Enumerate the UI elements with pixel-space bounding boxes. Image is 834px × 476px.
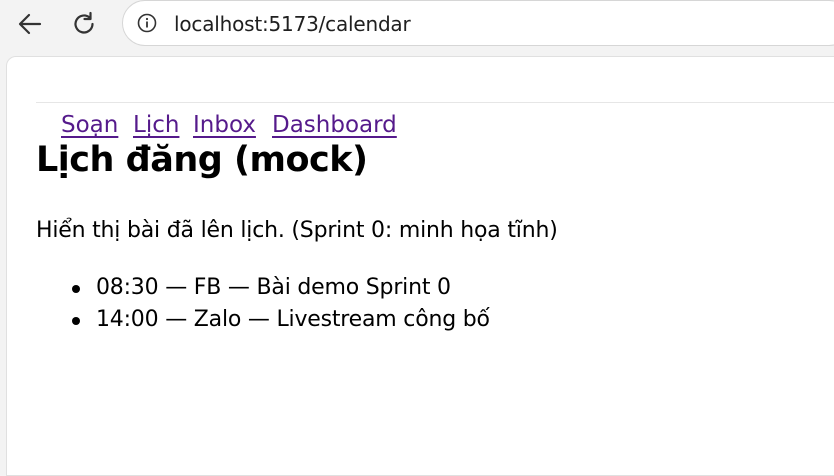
nav-link-inbox[interactable]: Inbox (193, 112, 256, 138)
reload-button[interactable] (66, 6, 102, 42)
list-item: 14:00 — Zalo — Livestream công bố (36, 304, 490, 336)
main-nav: Soạn Lịch Inbox Dashboard (36, 56, 834, 138)
list-item: 08:30 — FB — Bài demo Sprint 0 (36, 272, 490, 304)
info-icon[interactable] (137, 13, 157, 33)
bullet-icon (72, 285, 80, 293)
nav-link-dashboard[interactable]: Dashboard (272, 112, 397, 138)
schedule-item-text: 14:00 — Zalo — Livestream công bố (96, 307, 490, 332)
bullet-icon (72, 317, 80, 325)
nav-link-compose[interactable]: Soạn (61, 112, 118, 138)
back-button[interactable] (12, 6, 48, 42)
url-text[interactable]: localhost:5173/calendar (174, 12, 411, 36)
page-viewport (6, 56, 834, 476)
nav-link-calendar[interactable]: Lịch (133, 112, 179, 138)
schedule-list: 08:30 — FB — Bài demo Sprint 0 14:00 — Z… (36, 272, 490, 336)
schedule-item-text: 08:30 — FB — Bài demo Sprint 0 (96, 275, 451, 300)
arrow-left-icon (18, 13, 42, 35)
page-title: Lịch đăng (mock) (36, 140, 368, 180)
page-description: Hiển thị bài đã lên lịch. (Sprint 0: min… (36, 218, 558, 243)
browser-toolbar: localhost:5173/calendar (0, 0, 834, 56)
reload-icon (74, 11, 94, 34)
address-bar[interactable]: localhost:5173/calendar (122, 0, 834, 46)
